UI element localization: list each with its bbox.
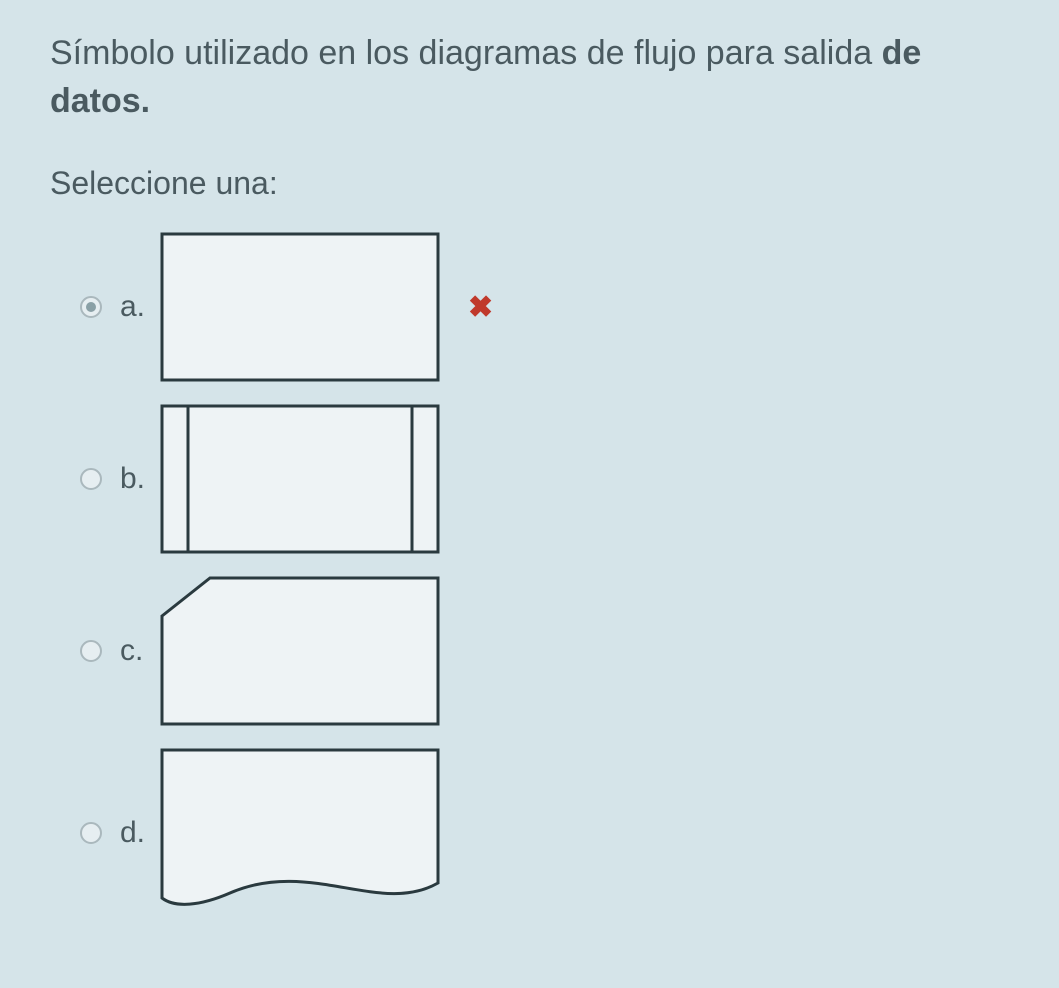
radio-b[interactable] [80, 468, 102, 490]
option-c[interactable]: c. [80, 576, 1019, 726]
card-symbol-icon [160, 576, 440, 726]
option-a[interactable]: a. ✖ [80, 232, 1019, 382]
option-c-label: c. [120, 634, 160, 668]
option-b-label: b. [120, 462, 160, 496]
predefined-process-symbol-icon [160, 404, 440, 554]
radio-d[interactable] [80, 822, 102, 844]
instruction-text: Seleccione una: [50, 165, 1019, 202]
option-d[interactable]: d. [80, 748, 1019, 918]
radio-c[interactable] [80, 640, 102, 662]
rectangle-symbol-icon [160, 232, 440, 382]
incorrect-icon: ✖ [468, 290, 493, 325]
option-d-label: d. [120, 816, 160, 850]
option-a-shape [160, 232, 450, 382]
option-b[interactable]: b. [80, 404, 1019, 554]
option-b-shape [160, 404, 450, 554]
question-text: Símbolo utilizado en los diagramas de fl… [50, 30, 1019, 125]
option-c-shape [160, 576, 450, 726]
document-symbol-icon [160, 748, 440, 918]
option-a-label: a. [120, 290, 160, 324]
question-prefix: Símbolo utilizado en los diagramas de fl… [50, 34, 882, 72]
radio-a[interactable] [80, 296, 102, 318]
options-list: a. ✖ b. c. d. [50, 232, 1019, 918]
option-d-shape [160, 748, 450, 918]
